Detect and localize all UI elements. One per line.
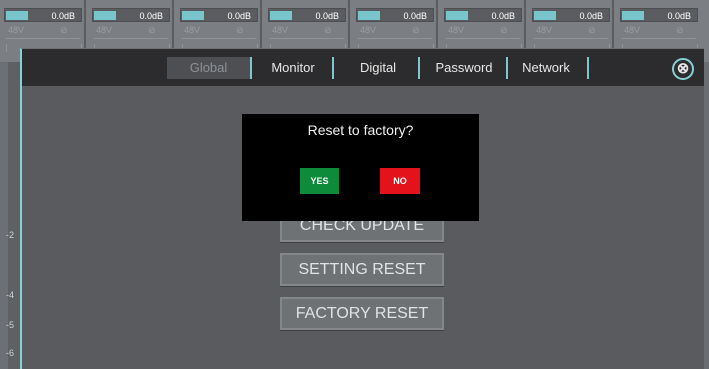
scale-label: -6 [6,348,15,358]
gain-readout[interactable]: 0.0dB [356,8,434,22]
tab-separator [587,57,589,79]
phantom-power-toggle[interactable]: 48V [272,25,288,35]
divider [6,38,80,39]
phase-invert-icon[interactable]: ⊘ [412,25,420,36]
gain-readout[interactable]: 0.0dB [444,8,522,22]
phase-invert-icon[interactable]: ⊘ [324,25,332,36]
phantom-power-toggle[interactable]: 48V [8,25,24,35]
reset-confirm-dialog: Reset to factory? YES NO [242,114,479,221]
divider [622,38,696,39]
gain-readout[interactable]: 0.0dB [532,8,610,22]
scale-label: -2 [6,230,15,240]
tab-network[interactable]: Network [510,57,582,79]
no-button[interactable]: NO [380,168,420,194]
phantom-power-toggle[interactable]: 48V [360,25,376,35]
dialog-title: Reset to factory? [307,122,414,138]
divider [534,38,608,39]
factory-reset-button[interactable]: FACTORY RESET [280,297,444,330]
gain-readout[interactable]: 0.0dB [92,8,170,22]
divider [94,38,168,39]
tab-password[interactable]: Password [424,57,504,79]
setting-reset-button[interactable]: SETTING RESET [280,253,444,286]
phantom-power-toggle[interactable]: 48V [96,25,112,35]
scale-label: -5 [6,320,15,330]
tab-separator [506,57,508,79]
tab-separator [250,57,252,79]
gain-readout[interactable]: 0.0dB [180,8,258,22]
tab-monitor[interactable]: Monitor [258,57,328,79]
gain-readout[interactable]: 0.0dB [4,8,82,22]
phase-invert-icon[interactable]: ⊘ [676,25,684,36]
phantom-power-toggle[interactable]: 48V [448,25,464,35]
phase-invert-icon[interactable]: ⊘ [236,25,244,36]
close-icon[interactable]: ⊗ [672,58,694,80]
gain-readout[interactable]: 0.0dB [268,8,346,22]
tab-separator [332,57,334,79]
divider [446,38,520,39]
divider [182,38,256,39]
divider [358,38,432,39]
phantom-power-toggle[interactable]: 48V [184,25,200,35]
phantom-power-toggle[interactable]: 48V [536,25,552,35]
phase-invert-icon[interactable]: ⊘ [60,25,68,36]
settings-tab-bar: Global Monitor Digital Password Network … [22,49,704,86]
scale-label: -4 [6,290,15,300]
tab-global[interactable]: Global [167,57,250,79]
phase-invert-icon[interactable]: ⊘ [148,25,156,36]
tab-digital[interactable]: Digital [340,57,416,79]
tab-separator [418,57,420,79]
yes-button[interactable]: YES [300,168,339,194]
phase-invert-icon[interactable]: ⊘ [500,25,508,36]
phantom-power-toggle[interactable]: 48V [624,25,640,35]
divider [270,38,344,39]
gain-readout[interactable]: 0.0dB [620,8,698,22]
phase-invert-icon[interactable]: ⊘ [588,25,596,36]
